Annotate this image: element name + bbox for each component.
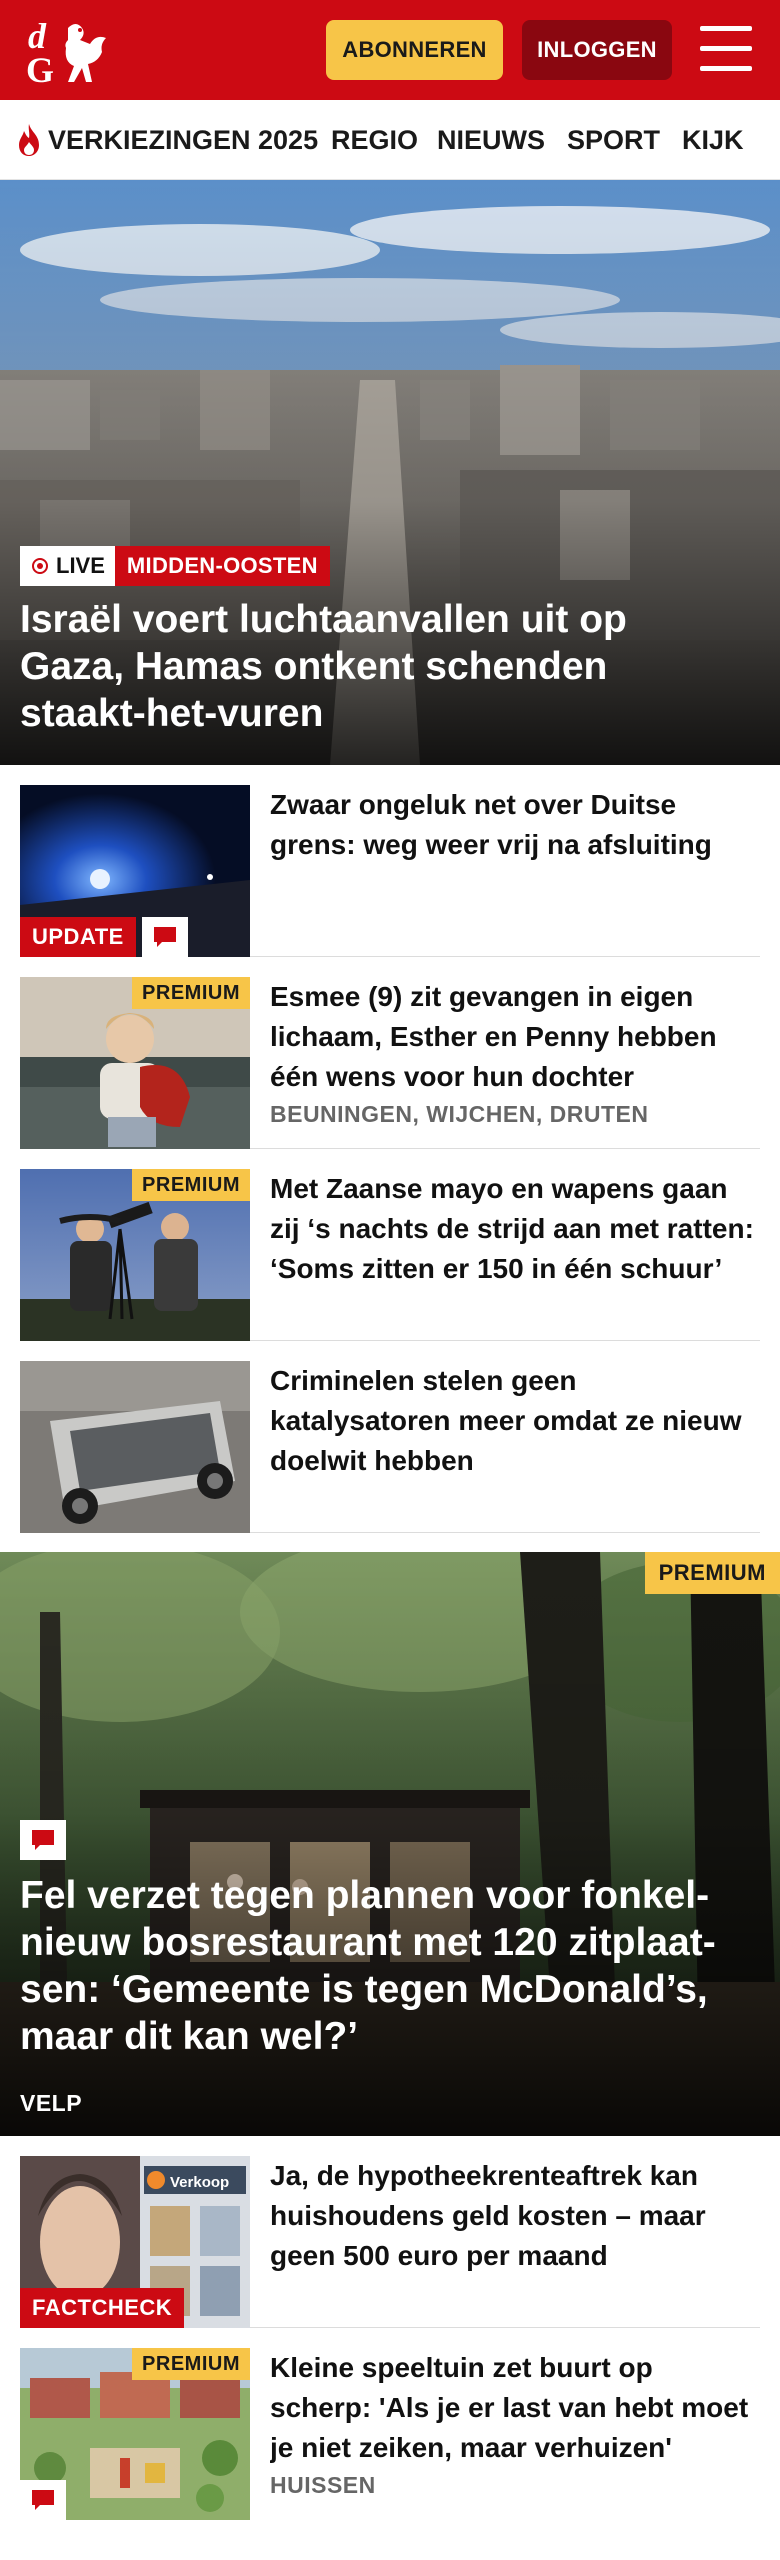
comment-icon bbox=[32, 1830, 54, 1850]
article-title[interactable]: Kleine speeltuin zet buurt op scherp: 'A… bbox=[270, 2348, 760, 2468]
list-item[interactable]: PREMIUM Met Zaanse mayo en wapens gaan z… bbox=[20, 1149, 760, 1341]
login-button[interactable]: INLOGGEN bbox=[522, 20, 672, 80]
nav-item-nieuws[interactable]: NIEUWS bbox=[437, 100, 545, 179]
article-thumbnail: UPDATE bbox=[20, 785, 250, 957]
premium-badge: PREMIUM bbox=[132, 1169, 250, 1201]
article-location: BEUNINGEN, WIJCHEN, DRUTEN bbox=[270, 1101, 649, 1127]
live-label: LIVE bbox=[56, 553, 105, 578]
nav-item-kijk[interactable]: KIJK bbox=[682, 100, 744, 179]
article-location: HUISSEN bbox=[270, 2472, 376, 2498]
premium-badge: PREMIUM bbox=[132, 2348, 250, 2380]
comment-icon bbox=[154, 927, 176, 947]
article-thumbnail: PREMIUM bbox=[20, 977, 250, 1149]
update-badge: UPDATE bbox=[20, 917, 136, 957]
factcheck-badge: FACTCHECK bbox=[20, 2288, 185, 2328]
feature-location: VELP bbox=[20, 2090, 83, 2116]
site-logo[interactable]: d G bbox=[22, 14, 118, 90]
article-title[interactable]: Esmee (9) zit gevangen in eigen lichaam,… bbox=[270, 977, 760, 1097]
article-title[interactable]: Criminelen stelen geen katalysatoren mee… bbox=[270, 1361, 760, 1481]
main-nav: VERKIEZINGEN 2025 REGIO NIEUWS SPORT KIJ… bbox=[0, 100, 780, 180]
comments-badge[interactable] bbox=[142, 917, 188, 957]
list-item[interactable]: UPDATE Zwaar ongeluk net over Duitse gre… bbox=[20, 765, 760, 957]
premium-badge: PREMIUM bbox=[132, 977, 250, 1009]
nav-item-sport[interactable]: SPORT bbox=[567, 100, 660, 179]
nav-item-verkiezingen[interactable]: VERKIEZINGEN 2025 bbox=[16, 100, 319, 179]
live-badge: LIVE bbox=[20, 546, 115, 586]
site-header: d G ABONNEREN INLOGGEN bbox=[0, 0, 780, 100]
nav-item-label: VERKIEZINGEN 2025 bbox=[48, 124, 319, 155]
comment-icon bbox=[32, 2490, 54, 2510]
article-thumbnail bbox=[20, 1361, 250, 1533]
article-thumbnail: PREMIUM bbox=[20, 2348, 250, 2520]
list-item[interactable]: PREMIUM Kleine speeltuin zet buurt op sc… bbox=[20, 2328, 760, 2520]
article-title[interactable]: Ja, de hypotheekrenteaftrek kan huishoud… bbox=[270, 2156, 760, 2276]
subscribe-button[interactable]: ABONNEREN bbox=[326, 20, 503, 80]
comments-badge[interactable] bbox=[20, 1820, 66, 1860]
list-item[interactable]: PREMIUM Esmee (9) zit gevangen in eigen … bbox=[20, 957, 760, 1149]
premium-badge: PREMIUM bbox=[644, 1552, 780, 1594]
feature-article[interactable]: PREMIUM Fel verzet tegen plannen voor fo… bbox=[0, 1552, 780, 2136]
article-title[interactable]: Met Zaanse mayo en wapens gaan zij ‘s na… bbox=[270, 1169, 760, 1289]
live-dot-icon bbox=[32, 558, 48, 574]
flame-icon bbox=[19, 124, 39, 156]
list-item[interactable]: Verkoop FACTCHECK Ja, de hypotheekrentea… bbox=[20, 2136, 760, 2328]
category-badge: MIDDEN-OOSTEN bbox=[114, 546, 330, 586]
article-thumbnail: Verkoop FACTCHECK bbox=[20, 2156, 250, 2328]
nav-item-regio[interactable]: REGIO bbox=[331, 100, 418, 179]
list-item[interactable]: Criminelen stelen geen katalysatoren mee… bbox=[20, 1341, 760, 1533]
svg-text:G: G bbox=[26, 50, 54, 86]
comments-badge[interactable] bbox=[20, 2480, 66, 2520]
sign-text: Verkoop bbox=[170, 2174, 229, 2191]
article-title[interactable]: Zwaar ongeluk net over Duitse grens: weg… bbox=[270, 785, 760, 865]
hero-article[interactable]: LIVE MIDDEN-OOSTEN Israël voert luchtaan… bbox=[0, 180, 780, 765]
feature-title[interactable]: Fel verzet tegen plannen voor fonkel­nie… bbox=[20, 1872, 765, 2060]
article-thumbnail: PREMIUM bbox=[20, 1169, 250, 1341]
hero-tags: LIVE MIDDEN-OOSTEN bbox=[20, 546, 330, 586]
hamburger-menu-icon[interactable] bbox=[700, 26, 752, 72]
hero-title[interactable]: Israël voert luchtaanvallen uit op Gaza,… bbox=[20, 596, 740, 737]
